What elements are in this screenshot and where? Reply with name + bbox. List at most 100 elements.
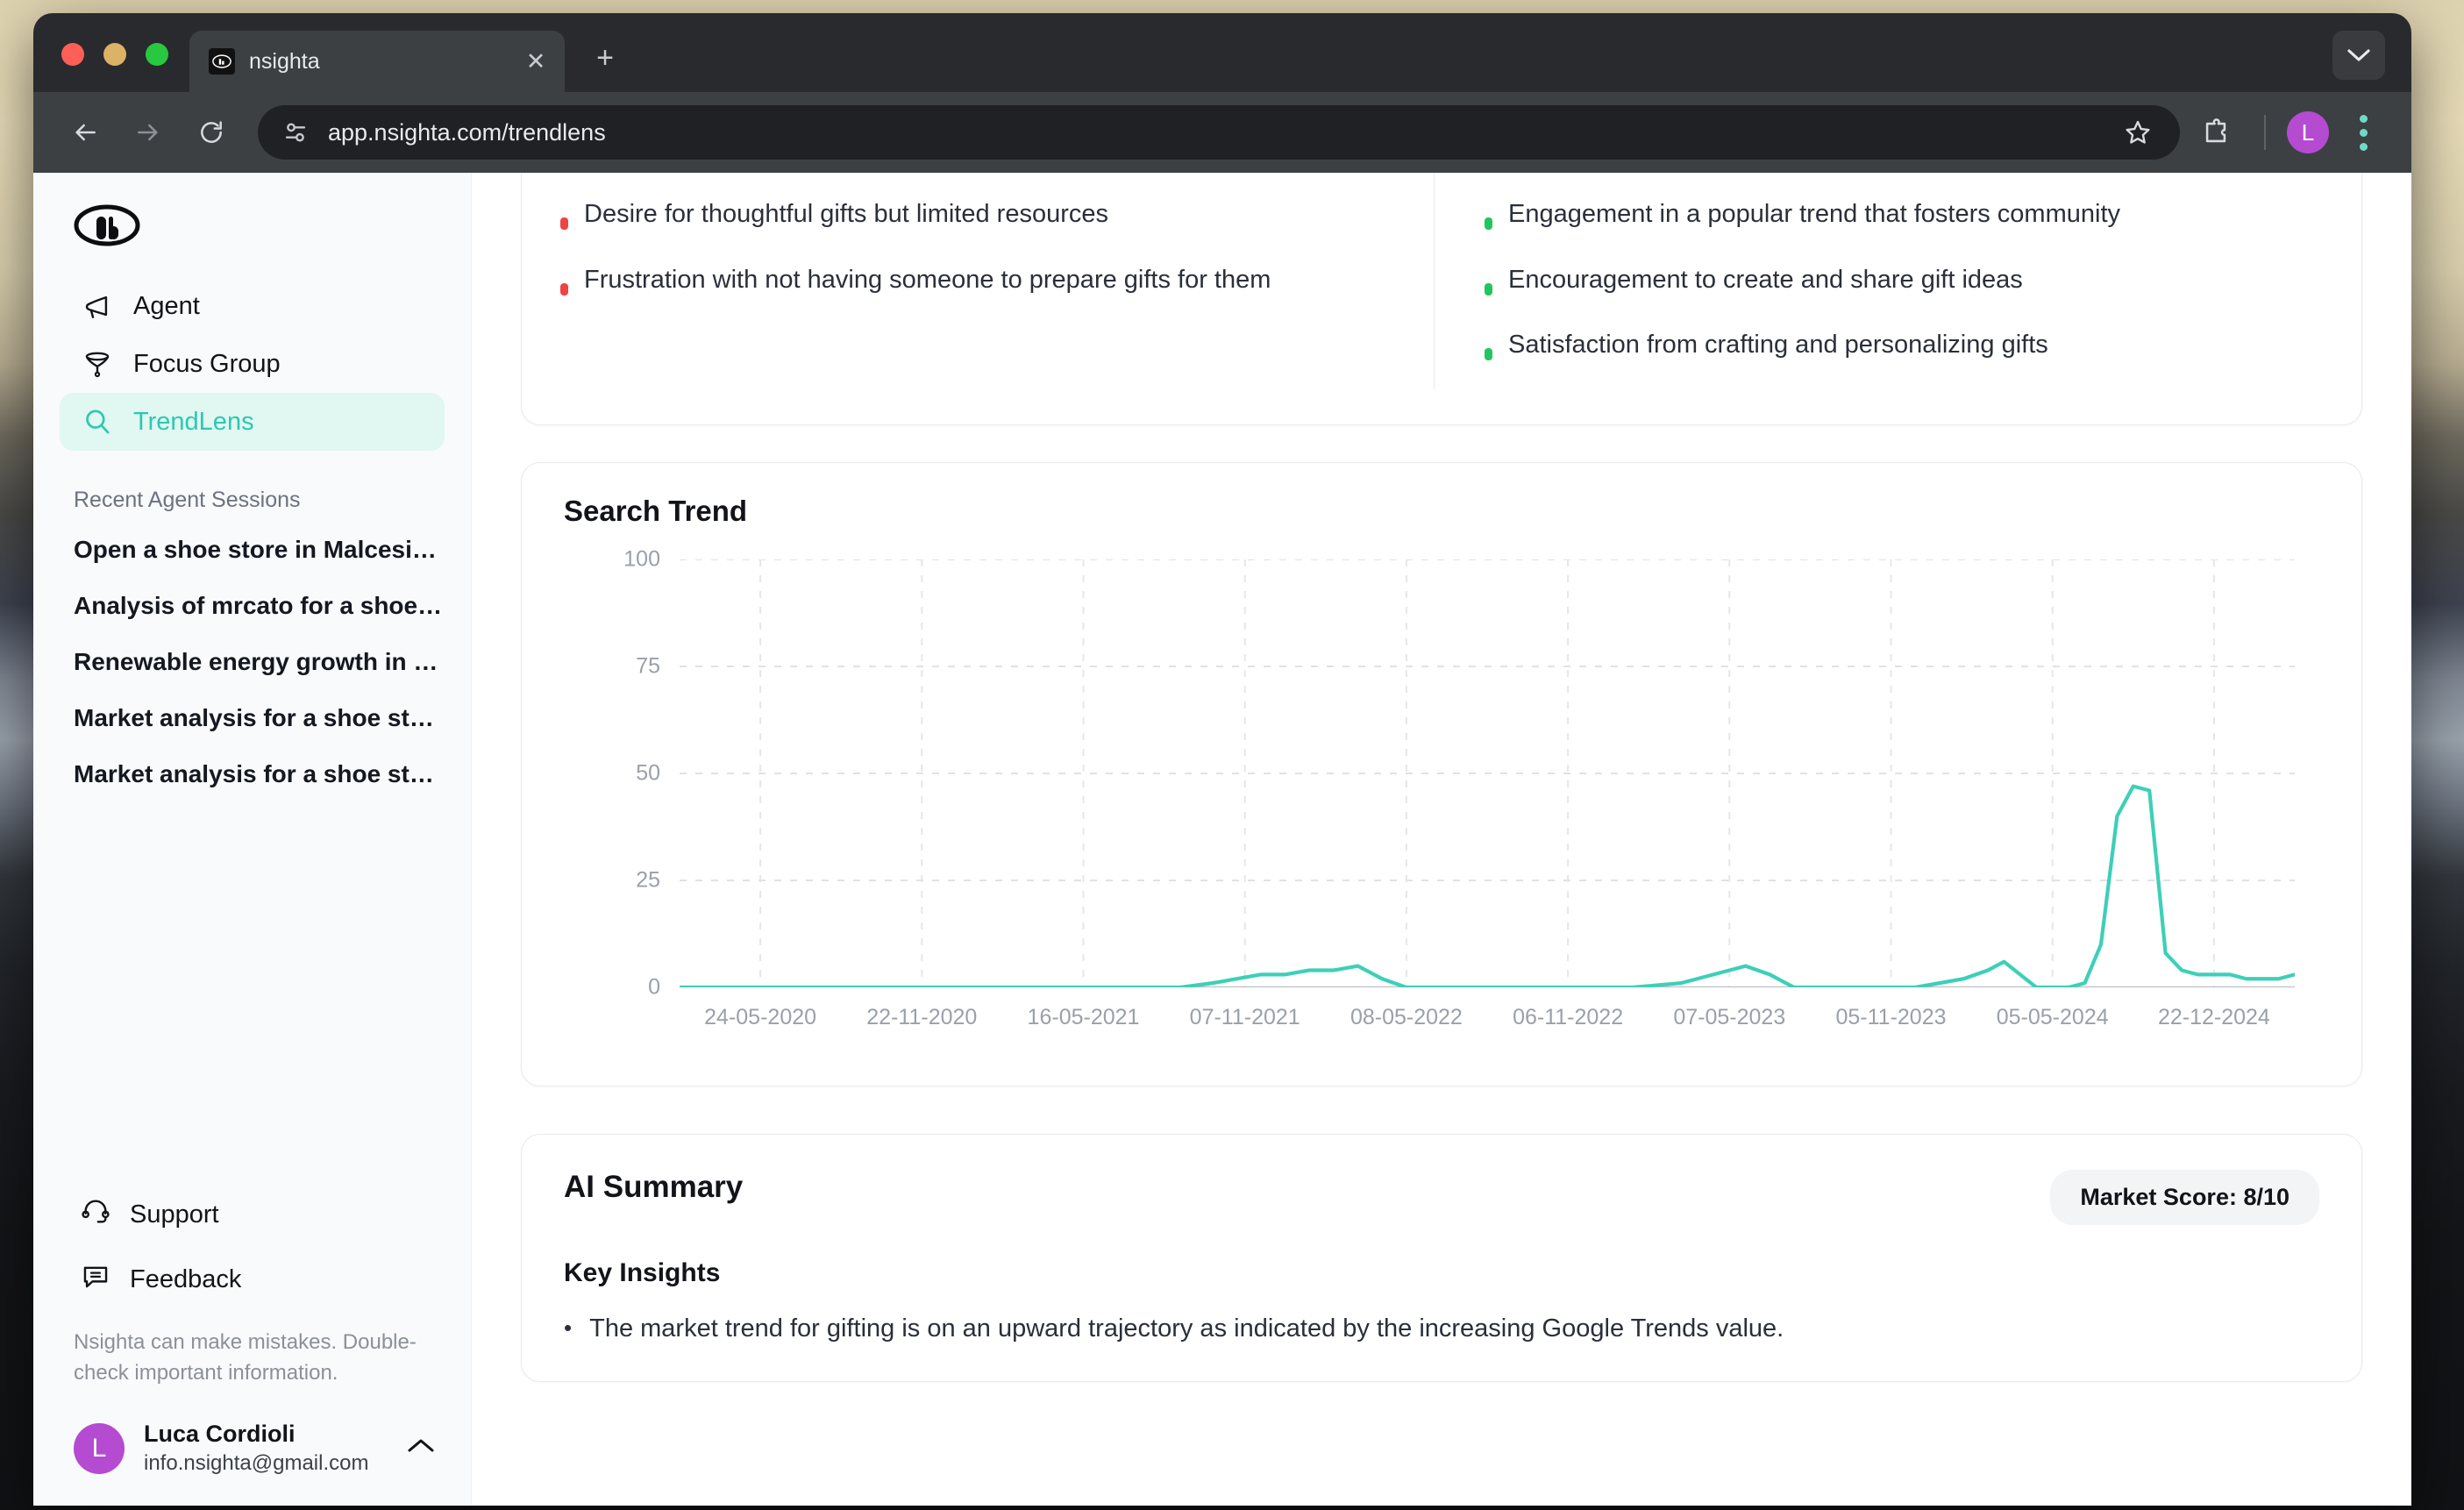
funnel-icon [81, 347, 114, 381]
sidebar-item-feedback[interactable]: Feedback [60, 1247, 445, 1312]
chart-x-tick-label: 22-11-2020 [866, 1005, 978, 1029]
toolbar-divider [2264, 115, 2266, 150]
bullet-dot-icon [560, 217, 568, 231]
headset-icon [81, 1196, 110, 1233]
list-item-label: The market trend for gifting is on an up… [589, 1314, 1784, 1343]
list-item[interactable]: Renewable energy growth in Italy [33, 634, 471, 690]
chart-canvas [680, 559, 2295, 987]
list-item: Desire for thoughtful gifts but limited … [560, 198, 1399, 231]
chevron-up-icon[interactable] [406, 1436, 436, 1460]
list-item-label: Engagement in a popular trend that foste… [1508, 200, 2120, 229]
chat-bubble-icon [81, 1261, 110, 1298]
recent-sessions-heading: Recent Agent Sessions [74, 488, 301, 512]
ai-summary-title: AI Summary [564, 1170, 744, 1204]
negatives-column: Concerns about the rising costs of simil… [560, 173, 1434, 424]
sidebar-item-agent[interactable]: Agent [60, 277, 445, 335]
chart-y-tick-label: 50 [636, 760, 660, 786]
bullet-dot-icon: • [564, 1314, 573, 1341]
status-badge: Market Score: 8/10 [2050, 1170, 2319, 1225]
positives-column: Receiving unique and customized gifts fr… [1434, 173, 2323, 424]
user-email: info.nsighta@gmail.com [144, 1451, 369, 1475]
bullet-dot-icon [1485, 282, 1492, 296]
chart-x-tick-label: 07-05-2023 [1673, 1005, 1786, 1029]
chart-x-tick-label: 22-12-2024 [2157, 1005, 2270, 1029]
chart-y-tick-label: 0 [648, 974, 660, 1000]
tab-favicon-icon [209, 48, 235, 75]
chart-x-tick-label: 24-05-2020 [704, 1005, 817, 1029]
star-icon[interactable] [2113, 108, 2162, 157]
ai-summary-card: AI Summary Market Score: 8/10 Key Insigh… [521, 1134, 2362, 1382]
sidebar-item-label: Focus Group [133, 349, 281, 378]
browser-toolbar: app.nsighta.com/trendlens L [33, 92, 2411, 173]
sidebar-item-focus-group[interactable]: Focus Group [60, 335, 445, 393]
sidebar: Agent Focus Group TrendLens Recent Agent… [33, 173, 472, 1506]
search-icon [81, 405, 114, 438]
reload-icon[interactable] [184, 105, 239, 160]
ai-summary-header: AI Summary Market Score: 8/10 [564, 1170, 2319, 1225]
maximize-window-button[interactable] [146, 43, 168, 66]
sidebar-item-label: TrendLens [133, 407, 254, 436]
list-item[interactable]: Market analysis for a shoe store i... [33, 690, 471, 746]
chart-x-tick-label: 08-05-2022 [1350, 1005, 1463, 1029]
list-item-label: Desire for thoughtful gifts but limited … [584, 200, 1108, 229]
list-item: • The market trend for gifting is on an … [564, 1313, 2319, 1346]
window-traffic-lights [33, 43, 168, 92]
browser-tab[interactable]: nsighta ✕ [189, 31, 565, 92]
forward-arrow-icon[interactable] [121, 105, 175, 160]
app-page: Agent Focus Group TrendLens Recent Agent… [33, 173, 2411, 1506]
list-item: Engagement in a popular trend that foste… [1485, 198, 2323, 231]
list-item-label: Frustration with not having someone to p… [584, 265, 1271, 294]
tab-title: nsighta [249, 48, 320, 74]
tab-close-icon[interactable]: ✕ [523, 49, 549, 74]
search-trend-card: Search Trend 0 25 50 75 100 24-05-2020 22-11-… [521, 462, 2362, 1086]
page-title: Search Trend [564, 495, 748, 527]
chart-plot-area: 0 25 50 75 100 24-05-2020 22-11-2020 16-05-202… [623, 547, 2295, 1029]
user-account-row[interactable]: L Luca Cordioli info.nsighta@gmail.com [33, 1412, 471, 1506]
profile-avatar[interactable]: L [2287, 111, 2329, 153]
list-item[interactable]: Market analysis for a shoe store i... [33, 746, 471, 802]
main-content: Concerns about the rising costs of simil… [472, 173, 2411, 1506]
nsighta-eye-logo[interactable] [33, 173, 471, 277]
new-tab-button[interactable]: + [588, 43, 623, 73]
address-bar[interactable]: app.nsighta.com/trendlens [258, 105, 2180, 160]
search-trend-chart: 0 25 50 75 100 24-05-2020 22-11-2020 16-05-202… [564, 547, 2319, 1051]
sidebar-item-label: Feedback [130, 1264, 242, 1293]
url-text: app.nsighta.com/trendlens [328, 118, 606, 146]
puzzle-piece-icon[interactable] [2189, 105, 2243, 160]
bullet-dot-icon [560, 282, 568, 296]
browser-window: nsighta ✕ + app.nsighta.com/trendlens L … [33, 13, 2411, 1506]
chart-x-tick-label: 06-11-2022 [1513, 1005, 1624, 1029]
megaphone-icon [81, 289, 114, 323]
list-item: Satisfaction from crafting and personali… [1485, 329, 2323, 360]
tab-strip: nsighta ✕ + [33, 13, 2411, 92]
avatar: L [74, 1422, 125, 1474]
chart-y-tick-label: 75 [636, 653, 660, 679]
close-window-button[interactable] [61, 43, 84, 66]
chart-gridlines [680, 559, 2295, 987]
chart-x-tick-label: 05-11-2023 [1835, 1005, 1947, 1029]
chart-y-tick-label: 100 [623, 546, 660, 572]
sidebar-item-support[interactable]: Support [60, 1182, 445, 1247]
three-dot-menu-icon[interactable] [2338, 105, 2389, 160]
bullet-dot-icon [1485, 217, 1492, 231]
list-item: Frustration with not having someone to p… [560, 264, 1399, 296]
sidebar-item-label: Support [130, 1200, 219, 1229]
site-settings-icon[interactable] [281, 118, 310, 147]
chart-x-tick-label: 16-05-2021 [1027, 1005, 1140, 1029]
list-item[interactable]: Analysis of mrcato for a shoe sto... [33, 578, 471, 634]
back-arrow-icon[interactable] [58, 105, 112, 160]
minimize-window-button[interactable] [103, 43, 126, 66]
key-insights-list: • The market trend for gifting is on an … [564, 1313, 2319, 1346]
list-item[interactable]: Open a shoe store in Malcesine ... [33, 522, 471, 578]
sidebar-item-trendlens[interactable]: TrendLens [60, 393, 445, 451]
chart-x-tick-label: 05-05-2024 [1996, 1005, 2109, 1029]
bullet-dot-icon [1485, 347, 1492, 360]
pain-points-and-benefits-card: Concerns about the rising costs of simil… [521, 173, 2362, 425]
tab-list-chevron-down-icon[interactable] [2332, 31, 2385, 80]
chart-x-tick-label: 07-11-2021 [1189, 1005, 1300, 1029]
user-name: Luca Cordioli [144, 1421, 296, 1447]
chart-y-tick-label: 25 [636, 867, 660, 893]
list-item-label: Encouragement to create and share gift i… [1508, 265, 2023, 294]
key-insights-title: Key Insights [564, 1258, 721, 1287]
